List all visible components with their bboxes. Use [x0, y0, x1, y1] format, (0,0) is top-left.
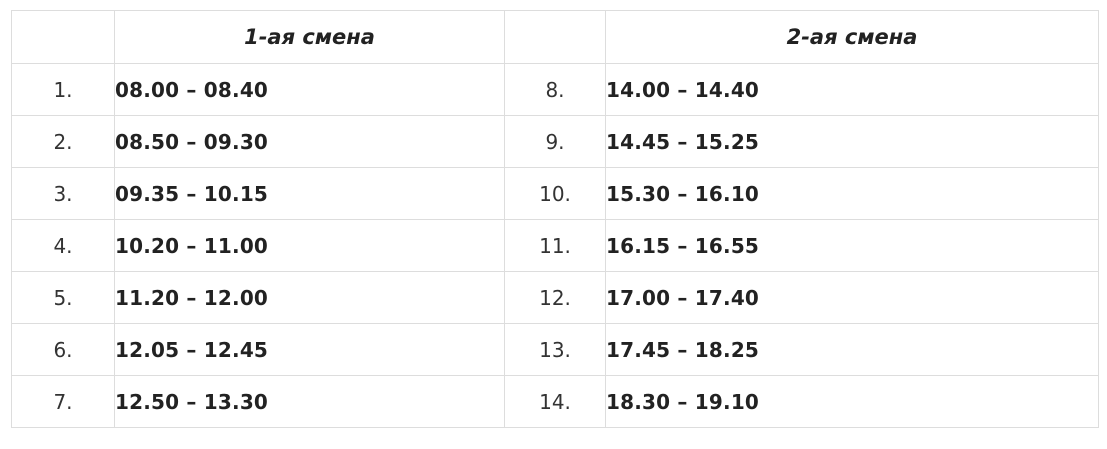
lesson-time: 16.15 – 16.55: [605, 219, 1099, 272]
lesson-number: 10.: [504, 167, 606, 220]
lesson-time: 12.05 – 12.45: [114, 323, 505, 376]
lesson-time: 09.35 – 10.15: [114, 167, 505, 220]
lesson-time: 12.50 – 13.30: [114, 375, 505, 428]
lesson-number: 8.: [504, 63, 606, 116]
shift1-header: 1-ая смена: [114, 10, 505, 64]
header-empty-cell-2: [504, 10, 606, 64]
lesson-time: 08.50 – 09.30: [114, 115, 505, 168]
lesson-time: 18.30 – 19.10: [605, 375, 1099, 428]
lesson-number: 6.: [11, 323, 115, 376]
lesson-number: 11.: [504, 219, 606, 272]
lesson-number: 13.: [504, 323, 606, 376]
lesson-time: 08.00 – 08.40: [114, 63, 505, 116]
lesson-time: 17.45 – 18.25: [605, 323, 1099, 376]
table-row: 2. 08.50 – 09.30 9. 14.45 – 15.25: [11, 115, 1099, 168]
table-row: 6. 12.05 – 12.45 13. 17.45 – 18.25: [11, 323, 1099, 376]
header-empty-cell-1: [11, 10, 115, 64]
lesson-number: 2.: [11, 115, 115, 168]
lesson-time: 11.20 – 12.00: [114, 271, 505, 324]
lesson-time: 14.00 – 14.40: [605, 63, 1099, 116]
lesson-time: 14.45 – 15.25: [605, 115, 1099, 168]
lesson-time: 17.00 – 17.40: [605, 271, 1099, 324]
lesson-number: 12.: [504, 271, 606, 324]
lesson-number: 3.: [11, 167, 115, 220]
shift2-header: 2-ая смена: [605, 10, 1099, 64]
lesson-number: 1.: [11, 63, 115, 116]
lesson-number: 14.: [504, 375, 606, 428]
table-row: 4. 10.20 – 11.00 11. 16.15 – 16.55: [11, 219, 1099, 272]
header-row: 1-ая смена 2-ая смена: [11, 10, 1099, 64]
table-row: 5. 11.20 – 12.00 12. 17.00 – 17.40: [11, 271, 1099, 324]
lesson-number: 4.: [11, 219, 115, 272]
lesson-number: 7.: [11, 375, 115, 428]
lesson-number: 5.: [11, 271, 115, 324]
lesson-time: 10.20 – 11.00: [114, 219, 505, 272]
table-row: 7. 12.50 – 13.30 14. 18.30 – 19.10: [11, 375, 1099, 428]
bell-schedule-table: 1-ая смена 2-ая смена 1. 08.00 – 08.40 8…: [11, 10, 1099, 428]
lesson-number: 9.: [504, 115, 606, 168]
table-row: 1. 08.00 – 08.40 8. 14.00 – 14.40: [11, 63, 1099, 116]
lesson-time: 15.30 – 16.10: [605, 167, 1099, 220]
table-row: 3. 09.35 – 10.15 10. 15.30 – 16.10: [11, 167, 1099, 220]
